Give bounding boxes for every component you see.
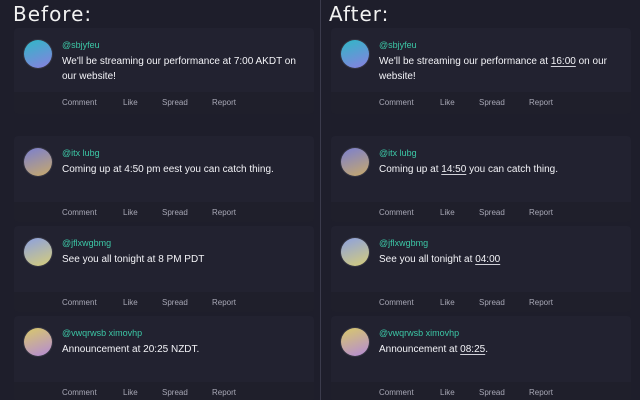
message-text: you can catch thing.	[466, 164, 559, 175]
post-message: Announcement at 20:25 NZDT.	[62, 342, 302, 357]
message-time: 7:00 AKDT	[233, 56, 282, 67]
post-actions: Comment Like Spread Report	[14, 382, 314, 400]
report-button[interactable]: Report	[529, 388, 553, 397]
post-card: @vwqrwsb ximovhp Announcement at 08:25. …	[331, 316, 631, 400]
comment-button[interactable]: Comment	[62, 388, 97, 397]
post-handle[interactable]: @vwqrwsb ximovhp	[62, 328, 142, 338]
post-message: Coming up at 14:50 you can catch thing.	[379, 162, 619, 177]
post-handle[interactable]: @itx lubg	[379, 148, 417, 158]
avatar[interactable]	[24, 148, 52, 176]
post-card: @itx lubg Coming up at 14:50 you can cat…	[331, 136, 631, 222]
comment-button[interactable]: Comment	[379, 298, 414, 307]
post-card: @vwqrwsb ximovhp Announcement at 20:25 N…	[14, 316, 314, 400]
message-text: .	[196, 344, 200, 355]
comment-button[interactable]: Comment	[379, 98, 414, 107]
spread-button[interactable]: Spread	[162, 298, 188, 307]
post-actions: Comment Like Spread Report	[14, 92, 314, 114]
message-text: .	[485, 344, 488, 355]
spread-button[interactable]: Spread	[162, 388, 188, 397]
post-card: @sbjyfeu We'll be streaming our performa…	[331, 28, 631, 114]
post-handle[interactable]: @sbjyfeu	[379, 40, 417, 50]
message-time: 20:25 NZDT	[143, 344, 197, 355]
report-button[interactable]: Report	[529, 208, 553, 217]
post-card: @jflxwgbmg See you all tonight at 04:00 …	[331, 226, 631, 312]
message-text: you can catch thing.	[182, 164, 274, 175]
post-actions: Comment Like Spread Report	[331, 202, 631, 222]
message-text: Announcement at	[62, 344, 144, 355]
report-button[interactable]: Report	[212, 98, 236, 107]
message-text: Coming up at	[62, 164, 125, 175]
post-actions: Comment Like Spread Report	[331, 292, 631, 312]
post-card: @itx lubg Coming up at 4:50 pm eest you …	[14, 136, 314, 222]
spread-button[interactable]: Spread	[479, 208, 505, 217]
message-time: 4:50 pm eest	[124, 164, 183, 175]
message-text: See you all tonight at	[62, 254, 159, 265]
message-text: Coming up at	[379, 164, 442, 175]
avatar[interactable]	[341, 238, 369, 266]
like-button[interactable]: Like	[440, 98, 455, 107]
comment-button[interactable]: Comment	[379, 388, 414, 397]
post-handle[interactable]: @sbjyfeu	[62, 40, 100, 50]
avatar[interactable]	[341, 328, 369, 356]
converted-time[interactable]: 14:50	[441, 164, 466, 175]
converted-time[interactable]: 08:25	[460, 344, 485, 355]
post-message: We'll be streaming our performance at 16…	[379, 54, 619, 84]
post-actions: Comment Like Spread Report	[14, 202, 314, 222]
post-message: Announcement at 08:25.	[379, 342, 619, 357]
converted-time[interactable]: 04:00	[475, 254, 500, 265]
post-actions: Comment Like Spread Report	[14, 292, 314, 312]
avatar[interactable]	[341, 148, 369, 176]
report-button[interactable]: Report	[212, 208, 236, 217]
post-handle[interactable]: @jflxwgbmg	[62, 238, 111, 248]
post-message: Coming up at 4:50 pm eest you can catch …	[62, 162, 302, 177]
post-message: See you all tonight at 04:00	[379, 252, 619, 267]
post-handle[interactable]: @itx lubg	[62, 148, 100, 158]
comment-button[interactable]: Comment	[62, 98, 97, 107]
avatar[interactable]	[24, 238, 52, 266]
like-button[interactable]: Like	[440, 388, 455, 397]
like-button[interactable]: Like	[123, 208, 138, 217]
spread-button[interactable]: Spread	[162, 98, 188, 107]
post-actions: Comment Like Spread Report	[331, 92, 631, 114]
spread-button[interactable]: Spread	[479, 388, 505, 397]
report-button[interactable]: Report	[529, 98, 553, 107]
after-panel: After: @sbjyfeu We'll be streaming our p…	[321, 0, 640, 400]
spread-button[interactable]: Spread	[479, 98, 505, 107]
message-text: Announcement at	[379, 344, 461, 355]
avatar[interactable]	[341, 40, 369, 68]
message-text: See you all tonight at	[379, 254, 476, 265]
message-text: We'll be streaming our performance at	[379, 56, 551, 67]
report-button[interactable]: Report	[212, 298, 236, 307]
like-button[interactable]: Like	[123, 298, 138, 307]
comment-button[interactable]: Comment	[62, 208, 97, 217]
converted-time[interactable]: 16:00	[551, 56, 576, 67]
spread-button[interactable]: Spread	[479, 298, 505, 307]
post-message: See you all tonight at 8 PM PDT	[62, 252, 302, 267]
like-button[interactable]: Like	[123, 388, 138, 397]
report-button[interactable]: Report	[529, 298, 553, 307]
post-actions: Comment Like Spread Report	[331, 382, 631, 400]
avatar[interactable]	[24, 40, 52, 68]
post-handle[interactable]: @vwqrwsb ximovhp	[379, 328, 459, 338]
comment-button[interactable]: Comment	[62, 298, 97, 307]
like-button[interactable]: Like	[123, 98, 138, 107]
before-title: Before:	[13, 2, 93, 26]
after-title: After:	[329, 2, 390, 26]
post-handle[interactable]: @jflxwgbmg	[379, 238, 428, 248]
like-button[interactable]: Like	[440, 208, 455, 217]
like-button[interactable]: Like	[440, 298, 455, 307]
message-time: 8 PM PDT	[158, 254, 205, 265]
post-message: We'll be streaming our performance at 7:…	[62, 54, 302, 84]
comment-button[interactable]: Comment	[379, 208, 414, 217]
before-panel: Before: @sbjyfeu We'll be streaming our …	[0, 0, 320, 400]
spread-button[interactable]: Spread	[162, 208, 188, 217]
post-card: @jflxwgbmg See you all tonight at 8 PM P…	[14, 226, 314, 312]
report-button[interactable]: Report	[212, 388, 236, 397]
post-card: @sbjyfeu We'll be streaming our performa…	[14, 28, 314, 114]
message-text: We'll be streaming our performance at	[62, 56, 234, 67]
avatar[interactable]	[24, 328, 52, 356]
